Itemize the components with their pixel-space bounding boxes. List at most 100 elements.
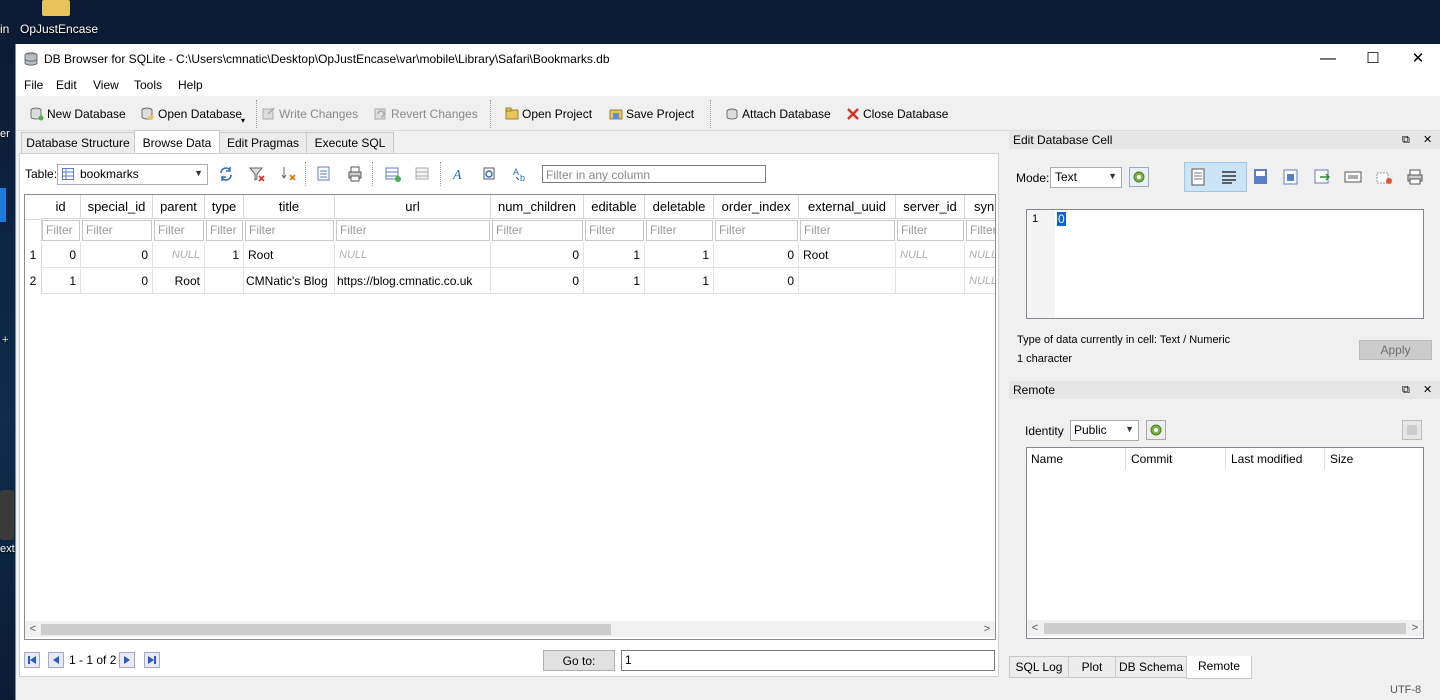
column-header-id[interactable]: id [41, 195, 81, 219]
column-header-syn[interactable]: syn [965, 195, 995, 219]
scrollbar-thumb[interactable] [41, 624, 611, 635]
delete-record-icon[interactable] [414, 165, 432, 183]
filter-input-url[interactable]: Filter [336, 220, 490, 241]
menu-view[interactable]: View [93, 78, 119, 92]
column-header-order-index[interactable]: order_index [714, 195, 799, 219]
column-header-server-id[interactable]: server_id [896, 195, 965, 219]
scrollbar-thumb[interactable] [1044, 623, 1406, 634]
filter-input-server-id[interactable]: Filter [897, 220, 964, 241]
find-icon[interactable] [481, 165, 499, 183]
insert-record-icon[interactable] [384, 165, 402, 183]
filter-input-type[interactable]: Filter [206, 220, 243, 241]
apply-button[interactable]: Apply [1359, 340, 1432, 360]
tab-db-schema[interactable]: DB Schema [1115, 656, 1187, 678]
first-record-button[interactable] [24, 652, 40, 668]
clear-sort-icon[interactable] [280, 165, 298, 183]
goto-button[interactable]: Go to: [543, 650, 615, 671]
column-header-external-uuid[interactable]: external_uuid [799, 195, 896, 219]
table-cell[interactable]: 1 [645, 269, 714, 294]
font-format-icon[interactable]: A [451, 165, 469, 183]
table-cell[interactable]: Root [153, 269, 205, 294]
table-cell[interactable]: 0 [41, 243, 81, 268]
table-cell[interactable]: 0 [491, 243, 584, 268]
remote-file-list[interactable]: Name Commit Last modified Size < > [1026, 447, 1424, 639]
tab-execute-sql[interactable]: Execute SQL [306, 132, 394, 154]
row-header[interactable]: 1 [25, 243, 42, 268]
column-header-type[interactable]: type [205, 195, 244, 219]
table-cell[interactable]: 1 [205, 243, 244, 268]
save-table-icon[interactable] [316, 165, 334, 183]
table-cell[interactable]: 0 [81, 269, 153, 294]
column-header-title[interactable]: title [244, 195, 335, 219]
close-button[interactable]: ✕ [1395, 44, 1440, 74]
set-null-icon[interactable] [1312, 167, 1332, 187]
cell-editor-content[interactable]: 0 [1057, 212, 1066, 226]
scroll-right-icon[interactable]: > [979, 621, 995, 637]
remote-column-name[interactable]: Name [1031, 452, 1063, 466]
filter-input-id[interactable]: Filter [42, 220, 80, 241]
column-header-editable[interactable]: editable [584, 195, 645, 219]
remote-column-size[interactable]: Size [1330, 452, 1353, 466]
table-cell[interactable]: NULL [335, 243, 491, 268]
import-file-icon[interactable] [1251, 167, 1271, 187]
table-cell[interactable]: NULL [896, 243, 965, 268]
tab-edit-pragmas[interactable]: Edit Pragmas [219, 132, 307, 154]
refresh-icon[interactable] [217, 165, 235, 183]
remote-column-last-modified[interactable]: Last modified [1231, 452, 1302, 466]
filter-input-editable[interactable]: Filter [585, 220, 644, 241]
scroll-left-icon[interactable]: < [1027, 620, 1043, 636]
filter-input-special-id[interactable]: Filter [82, 220, 152, 241]
column-header-num-children[interactable]: num_children [491, 195, 584, 219]
cell-editor[interactable]: 1 0 [1026, 209, 1424, 319]
table-cell[interactable]: 0 [714, 243, 799, 268]
open-project-button[interactable]: Open Project [505, 104, 592, 124]
table-cell[interactable] [205, 269, 244, 294]
mode-select[interactable]: Text ▼ [1050, 167, 1122, 188]
new-database-button[interactable]: New Database [30, 104, 126, 124]
table-cell[interactable]: 0 [491, 269, 584, 294]
print-icon[interactable] [346, 165, 364, 183]
table-select[interactable]: bookmarks ▼ [57, 164, 208, 185]
tab-browse-data[interactable]: Browse Data [134, 130, 220, 153]
auto-switch-mode-icon[interactable] [1129, 167, 1149, 187]
last-record-button[interactable] [144, 652, 160, 668]
undock-icon[interactable]: ⧉ [1402, 131, 1410, 149]
remote-push-icon[interactable] [1402, 420, 1422, 440]
tab-database-structure[interactable]: Database Structure [21, 132, 135, 154]
filter-input-parent[interactable]: Filter [154, 220, 204, 241]
tab-remote[interactable]: Remote [1186, 656, 1252, 679]
table-cell[interactable]: CMNatic's Blog [244, 269, 335, 294]
table-cell[interactable]: Root [244, 243, 335, 268]
table-cell[interactable]: https://blog.cmnatic.co.uk [335, 269, 491, 294]
column-header-url[interactable]: url [335, 195, 491, 219]
table-cell[interactable]: NULL [965, 269, 995, 294]
attach-database-button[interactable]: Attach Database [725, 104, 831, 124]
table-cell[interactable]: 1 [645, 243, 714, 268]
filter-input-num-children[interactable]: Filter [492, 220, 583, 241]
open-database-dropdown-icon[interactable]: ▾ [241, 116, 245, 125]
find-replace-icon[interactable]: Ab [512, 165, 530, 183]
scroll-right-icon[interactable]: > [1407, 620, 1423, 636]
table-cell[interactable]: 1 [584, 269, 645, 294]
dock-close-icon[interactable]: ✕ [1423, 131, 1432, 149]
open-database-button[interactable]: Open Database [141, 104, 242, 124]
menu-file[interactable]: File [24, 78, 43, 92]
tab-sql-log[interactable]: SQL Log [1009, 656, 1069, 678]
column-header-deletable[interactable]: deletable [645, 195, 714, 219]
filter-input-order-index[interactable]: Filter [715, 220, 798, 241]
menu-help[interactable]: Help [178, 78, 203, 92]
menu-edit[interactable]: Edit [56, 78, 77, 92]
table-cell[interactable] [799, 269, 896, 294]
filter-input-external-uuid[interactable]: Filter [800, 220, 895, 241]
table-cell[interactable]: 1 [584, 243, 645, 268]
remote-horizontal-scrollbar[interactable]: < > [1027, 620, 1423, 636]
remote-column-commit[interactable]: Commit [1131, 452, 1172, 466]
column-header-parent[interactable]: parent [153, 195, 205, 219]
table-cell[interactable]: NULL [965, 243, 995, 268]
export-file-icon[interactable] [1281, 167, 1301, 187]
table-cell[interactable]: Root [799, 243, 896, 268]
previous-record-button[interactable] [48, 652, 64, 668]
horizontal-scrollbar[interactable]: < > [25, 621, 995, 637]
title-bar[interactable]: DB Browser for SQLite - C:\Users\cmnatic… [16, 44, 1440, 74]
scroll-left-icon[interactable]: < [25, 621, 41, 637]
